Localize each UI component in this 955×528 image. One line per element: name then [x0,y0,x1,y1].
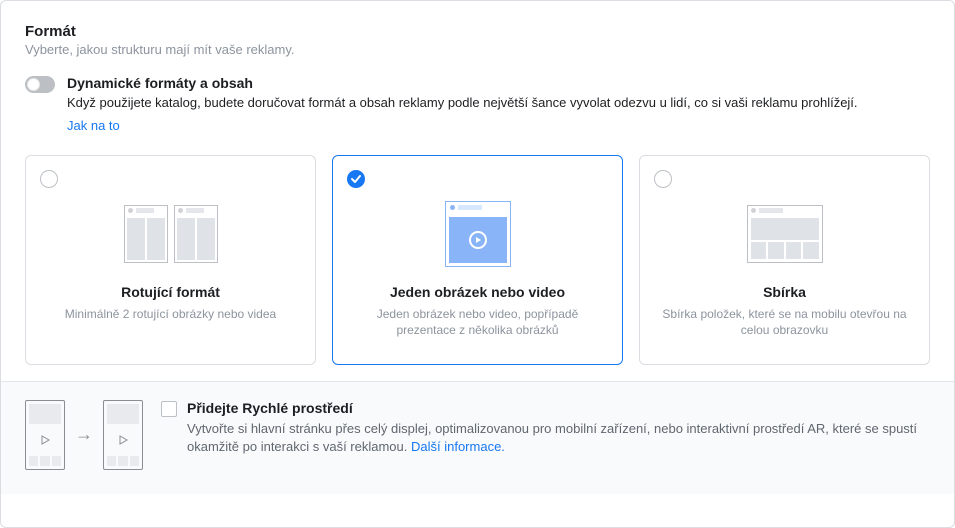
more-info-link[interactable]: Další informace. [411,439,505,454]
single-title: Jeden obrázek nebo video [351,284,604,300]
single-desc: Jeden obrázek nebo video, popřípadě prez… [351,306,604,340]
collection-illustration [658,198,911,270]
format-section: Formát Vyberte, jakou strukturu mají mít… [0,0,955,528]
arrow-right-icon: → [75,424,93,445]
radio-collection[interactable] [654,170,672,188]
play-icon [40,435,50,445]
carousel-desc: Minimálně 2 rotující obrázky nebo videa [44,306,297,323]
check-icon [351,174,361,184]
instant-experience-illustration: → [25,400,143,470]
format-cards: Rotující formát Minimálně 2 rotující obr… [25,155,930,365]
format-card-carousel[interactable]: Rotující formát Minimálně 2 rotující obr… [25,155,316,365]
radio-single[interactable] [347,170,365,188]
section-title: Formát [25,23,930,40]
single-illustration [351,198,604,270]
dynamic-formats-howto-link[interactable]: Jak na to [67,118,120,133]
instant-experience-desc: Vytvořte si hlavní stránku přes celý dis… [187,420,930,456]
instant-experience-checkbox[interactable] [161,401,177,417]
instant-experience-title: Přidejte Rychlé prostředí [187,400,930,416]
collection-desc: Sbírka položek, které se na mobilu otevř… [658,306,911,340]
dynamic-formats-row: Dynamické formáty a obsah Když použijete… [25,75,930,133]
play-icon [118,435,128,445]
carousel-title: Rotující formát [44,284,297,300]
dynamic-formats-desc: Když použijete katalog, budete doručovat… [67,94,858,112]
dynamic-formats-text: Dynamické formáty a obsah Když použijete… [67,75,858,133]
play-icon [469,231,487,249]
toggle-knob [27,78,40,91]
dynamic-formats-toggle[interactable] [25,76,55,93]
dynamic-formats-title: Dynamické formáty a obsah [67,75,858,91]
format-card-collection[interactable]: Sbírka Sbírka položek, které se na mobil… [639,155,930,365]
instant-experience-footer: → Přidejte Rychlé prostředí Vytvořte si … [1,381,954,494]
collection-title: Sbírka [658,284,911,300]
section-subtitle: Vyberte, jakou strukturu mají mít vaše r… [25,42,930,57]
format-card-single[interactable]: Jeden obrázek nebo video Jeden obrázek n… [332,155,623,365]
carousel-illustration [44,198,297,270]
radio-carousel[interactable] [40,170,58,188]
